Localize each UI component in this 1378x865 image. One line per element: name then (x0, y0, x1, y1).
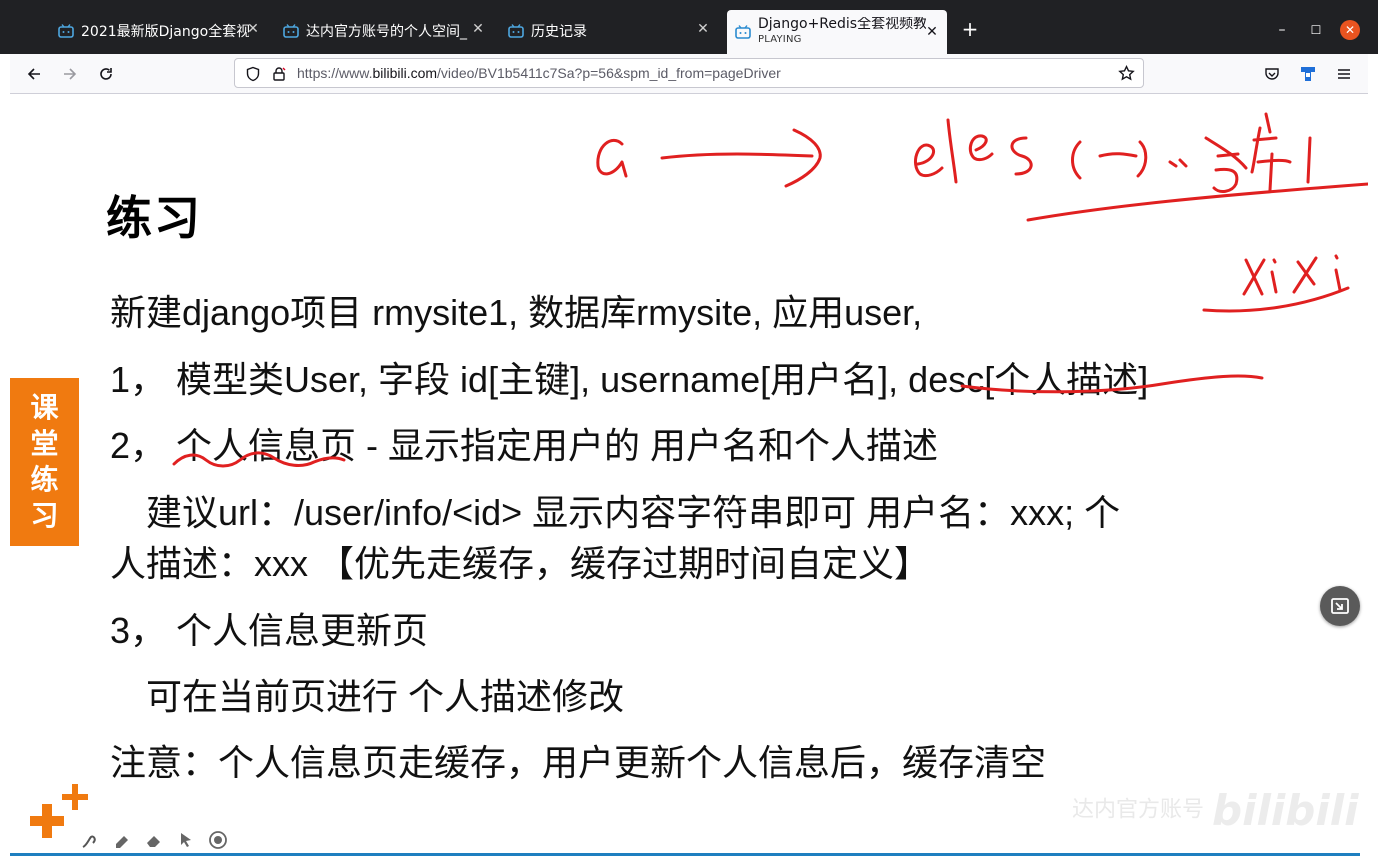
slide-line-intro: 新建django项目 rmysite1, 数据库rmysite, 应用user, (110, 292, 923, 333)
url-text[interactable]: https://www.bilibili.com/video/BV1b5411c… (297, 65, 781, 81)
close-icon[interactable]: ✕ (925, 25, 939, 39)
address-bar[interactable]: https://www.bilibili.com/video/BV1b5411c… (234, 58, 1144, 88)
slide-line-model: 1， 模型类User, 字段 id[主键], username[用户名], de… (110, 359, 1149, 400)
arrow-right-icon (64, 68, 77, 80)
plus-logo-icon (30, 784, 88, 838)
pointer-icon[interactable] (176, 830, 196, 850)
hamburger-menu-icon (1338, 69, 1350, 79)
url-host: bilibili.com (372, 65, 438, 81)
lock-icon[interactable] (271, 66, 287, 82)
bilibili-logo: bilibili (1212, 786, 1359, 835)
badge-char: 课 (30, 391, 59, 424)
tab-title: 2021最新版Django全套视 (81, 24, 249, 40)
bilibili-icon (283, 24, 299, 38)
tab-title: Django+Redis全套视频教 (758, 17, 926, 32)
pocket-button[interactable] (1260, 62, 1284, 86)
close-icon[interactable]: ✕ (246, 22, 260, 36)
tab-playing-label: PLAYING (758, 34, 802, 45)
url-path: /video/BV1b5411c7Sa?p=56&spm_id_from=pag… (437, 65, 781, 81)
picture-in-picture-button[interactable] (1320, 586, 1360, 626)
drawing-toolbar (24, 784, 228, 856)
tab-title: 历史记录 (531, 24, 587, 40)
menu-button[interactable] (1332, 62, 1356, 86)
slide-line-url-suggestion: 建议url：/user/info/<id> 显示内容字符串即可 用户名：xxx;… (146, 492, 1121, 533)
slide-line-update-page: 3， 个人信息更新页 (110, 610, 429, 651)
bilibili-icon (735, 25, 751, 39)
new-tab-button[interactable]: + (960, 19, 980, 40)
tab-django-course[interactable]: 2021最新版Django全套视 ✕ (58, 12, 268, 50)
forward-button[interactable] (58, 62, 82, 86)
bilibili-icon (58, 24, 74, 38)
navigation-toolbar: https://www.bilibili.com/video/BV1b5411c… (10, 54, 1368, 94)
minimize-button[interactable]: – (1272, 20, 1292, 40)
badge-char: 练 (30, 463, 59, 496)
tab-history[interactable]: 历史记录 ✕ (508, 12, 718, 50)
classroom-exercise-badge: 课 堂 练 习 (10, 378, 79, 546)
video-progress-edge (10, 853, 1360, 856)
extension-icon (1301, 67, 1315, 81)
slide-line-cache: 人描述：xxx 【优先走缓存，缓存过期时间自定义】 (110, 543, 931, 584)
video-slide[interactable]: 练习 新建django项目 rmysite1, 数据库rmysite, 应用us… (10, 94, 1368, 856)
close-icon[interactable]: ✕ (471, 22, 485, 36)
pocket-icon (1265, 68, 1279, 80)
star-icon[interactable] (1118, 65, 1135, 82)
reload-icon (100, 68, 112, 80)
bilibili-icon (508, 24, 524, 38)
watermark-text: 达内官方账号 (1072, 797, 1205, 823)
tab-title: 达内官方账号的个人空间_ (306, 24, 467, 40)
pip-icon (1331, 598, 1349, 614)
slide-heading: 练习 (106, 191, 202, 245)
url-prefix: https://www. (297, 65, 373, 81)
slide-line-note: 注意：个人信息页走缓存，用户更新个人信息后，缓存清空 (110, 742, 1047, 783)
tab-django-redis-playing[interactable]: Django+Redis全套视频教 PLAYING ✕ (727, 10, 947, 54)
tab-tarena-space[interactable]: 达内官方账号的个人空间_ ✕ (283, 12, 493, 50)
slide-line-edit-desc: 可在当前页进行 个人描述修改 (146, 676, 625, 717)
slide-line-info-page: 2， 个人信息页 - 显示指定用户的 用户名和个人描述 (110, 425, 939, 466)
back-button[interactable] (22, 62, 46, 86)
badge-char: 堂 (30, 427, 59, 460)
close-window-button[interactable]: ✕ (1340, 20, 1360, 40)
highlighter-icon[interactable] (112, 830, 132, 850)
eraser-icon[interactable] (144, 830, 164, 850)
reload-button[interactable] (94, 62, 118, 86)
extension-button[interactable] (1296, 62, 1320, 86)
close-icon[interactable]: ✕ (696, 22, 710, 36)
arrow-left-icon (27, 68, 40, 80)
maximize-button[interactable]: ☐ (1306, 20, 1326, 40)
shield-icon[interactable] (245, 66, 261, 82)
video-watermark: 达内官方账号 bilibili (1072, 786, 1359, 835)
record-icon[interactable] (208, 830, 228, 850)
badge-char: 习 (30, 499, 59, 532)
